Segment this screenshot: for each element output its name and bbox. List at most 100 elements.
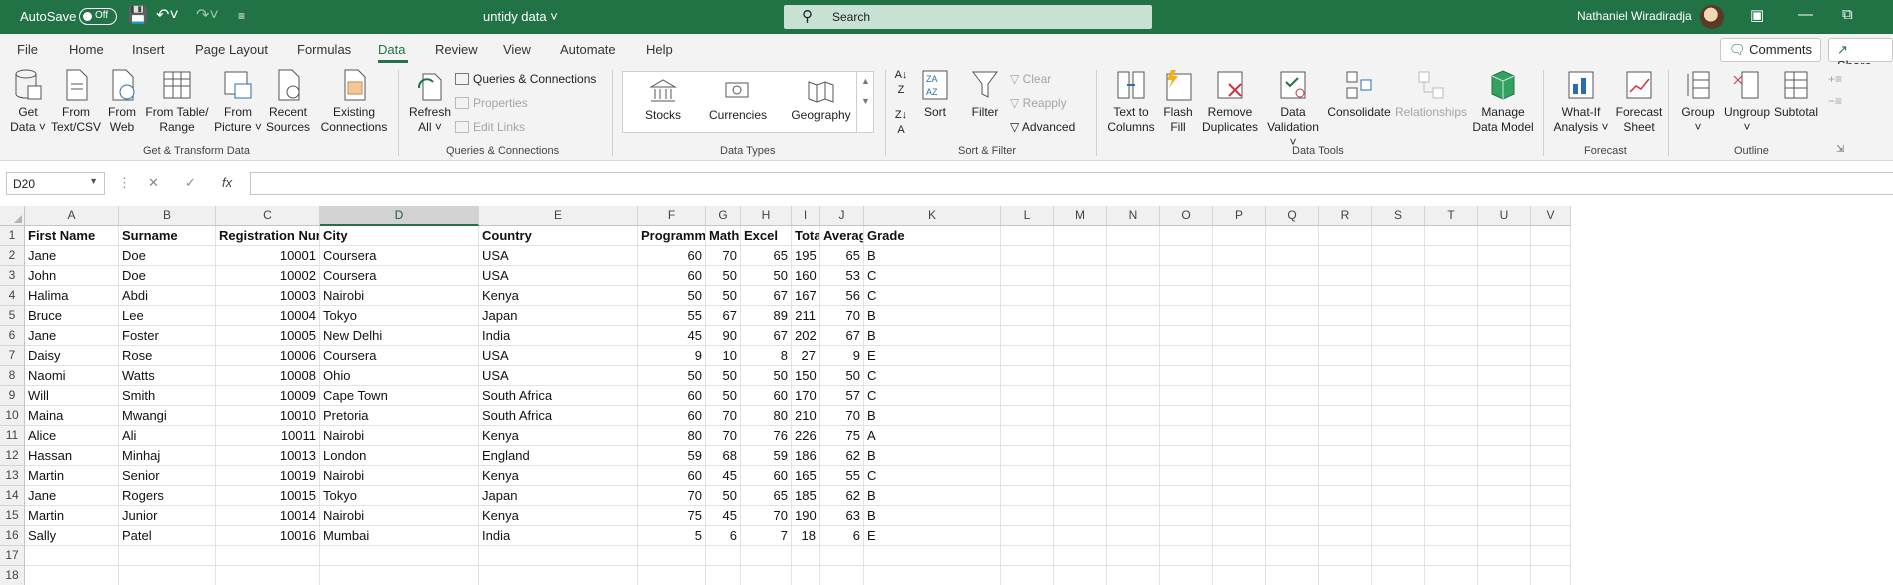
chevron-down-icon[interactable]: ▼ bbox=[89, 176, 98, 186]
table-cell[interactable] bbox=[1478, 546, 1531, 566]
table-cell[interactable]: Ohio bbox=[320, 366, 479, 386]
table-cell[interactable]: 186 bbox=[792, 446, 820, 466]
table-cell[interactable] bbox=[1107, 286, 1160, 306]
table-cell[interactable] bbox=[1266, 506, 1319, 526]
table-cell[interactable]: 63 bbox=[820, 506, 864, 526]
table-cell[interactable] bbox=[1478, 506, 1531, 526]
table-cell[interactable] bbox=[1160, 386, 1213, 406]
table-cell[interactable] bbox=[1478, 386, 1531, 406]
table-cell[interactable] bbox=[1054, 226, 1107, 246]
table-cell[interactable] bbox=[1054, 566, 1107, 585]
table-cell[interactable] bbox=[1425, 506, 1478, 526]
table-cell[interactable]: Nairobi bbox=[320, 286, 479, 306]
table-cell[interactable] bbox=[1531, 426, 1571, 446]
table-cell[interactable] bbox=[1213, 506, 1266, 526]
table-cell[interactable] bbox=[1478, 226, 1531, 246]
table-cell[interactable] bbox=[1478, 306, 1531, 326]
table-cell[interactable] bbox=[1213, 486, 1266, 506]
table-cell[interactable] bbox=[1425, 446, 1478, 466]
table-cell[interactable]: 10002 bbox=[216, 266, 320, 286]
table-cell[interactable]: 50 bbox=[741, 266, 792, 286]
table-cell[interactable] bbox=[25, 566, 119, 585]
row-header[interactable]: 10 bbox=[0, 406, 25, 426]
table-cell[interactable]: 70 bbox=[706, 406, 741, 426]
table-cell[interactable]: 18 bbox=[792, 526, 820, 546]
table-cell[interactable] bbox=[741, 566, 792, 585]
table-cell[interactable]: Doe bbox=[119, 246, 216, 266]
table-cell[interactable] bbox=[1425, 266, 1478, 286]
flash-fill-button[interactable]: Flash Fill bbox=[1160, 68, 1196, 135]
table-cell[interactable]: 60 bbox=[638, 466, 706, 486]
table-cell[interactable] bbox=[1001, 226, 1054, 246]
queries-connections-button[interactable]: Queries & Connections bbox=[455, 72, 596, 86]
table-cell[interactable] bbox=[1266, 406, 1319, 426]
table-cell[interactable]: 59 bbox=[741, 446, 792, 466]
table-cell[interactable]: Junior bbox=[119, 506, 216, 526]
table-cell[interactable]: 185 bbox=[792, 486, 820, 506]
table-cell[interactable] bbox=[1372, 386, 1425, 406]
table-cell[interactable] bbox=[1213, 406, 1266, 426]
column-header[interactable]: E bbox=[479, 206, 638, 226]
table-cell[interactable]: Abdi bbox=[119, 286, 216, 306]
table-cell[interactable] bbox=[1107, 386, 1160, 406]
table-cell[interactable]: 65 bbox=[820, 246, 864, 266]
table-cell[interactable]: B bbox=[864, 306, 1001, 326]
table-cell[interactable] bbox=[1054, 406, 1107, 426]
row-header[interactable]: 16 bbox=[0, 526, 25, 546]
table-cell[interactable]: Total bbox=[792, 226, 820, 246]
column-header[interactable]: B bbox=[119, 206, 216, 226]
table-cell[interactable]: Japan bbox=[479, 486, 638, 506]
table-cell[interactable]: 5 bbox=[638, 526, 706, 546]
table-cell[interactable] bbox=[1001, 386, 1054, 406]
table-cell[interactable] bbox=[1160, 366, 1213, 386]
table-cell[interactable] bbox=[1001, 446, 1054, 466]
table-cell[interactable]: C bbox=[864, 366, 1001, 386]
table-cell[interactable] bbox=[1531, 466, 1571, 486]
table-cell[interactable] bbox=[1213, 526, 1266, 546]
table-cell[interactable] bbox=[1266, 226, 1319, 246]
table-cell[interactable] bbox=[1425, 306, 1478, 326]
table-cell[interactable] bbox=[1319, 326, 1372, 346]
sort-az-button[interactable]: A↓ Z bbox=[890, 68, 912, 98]
table-cell[interactable]: City bbox=[320, 226, 479, 246]
column-header[interactable]: H bbox=[741, 206, 792, 226]
table-cell[interactable]: 10 bbox=[706, 346, 741, 366]
from-web-button[interactable]: From Web bbox=[104, 68, 140, 135]
column-header[interactable]: Q bbox=[1266, 206, 1319, 226]
table-cell[interactable]: London bbox=[320, 446, 479, 466]
table-cell[interactable] bbox=[706, 566, 741, 585]
table-cell[interactable]: 10013 bbox=[216, 446, 320, 466]
select-all-button[interactable] bbox=[0, 206, 25, 226]
table-cell[interactable]: Foster bbox=[119, 326, 216, 346]
table-cell[interactable]: C bbox=[864, 466, 1001, 486]
table-cell[interactable] bbox=[1425, 426, 1478, 446]
column-header[interactable]: O bbox=[1160, 206, 1213, 226]
table-cell[interactable]: 6 bbox=[706, 526, 741, 546]
table-cell[interactable] bbox=[1531, 446, 1571, 466]
user-name[interactable]: Nathaniel Wiradiradja bbox=[1577, 9, 1692, 23]
table-cell[interactable] bbox=[1266, 286, 1319, 306]
table-cell[interactable]: Maths bbox=[706, 226, 741, 246]
table-cell[interactable] bbox=[1160, 506, 1213, 526]
table-cell[interactable] bbox=[1319, 406, 1372, 426]
table-cell[interactable]: 202 bbox=[792, 326, 820, 346]
table-cell[interactable] bbox=[1319, 346, 1372, 366]
column-header[interactable]: U bbox=[1478, 206, 1531, 226]
geography-button[interactable]: Geography bbox=[789, 77, 853, 122]
table-cell[interactable] bbox=[1107, 526, 1160, 546]
table-cell[interactable]: Mumbai bbox=[320, 526, 479, 546]
table-cell[interactable]: 67 bbox=[706, 306, 741, 326]
column-header[interactable]: A bbox=[25, 206, 119, 226]
table-cell[interactable]: 9 bbox=[820, 346, 864, 366]
table-cell[interactable]: 50 bbox=[706, 266, 741, 286]
table-cell[interactable] bbox=[741, 546, 792, 566]
table-cell[interactable]: B bbox=[864, 406, 1001, 426]
table-cell[interactable]: 167 bbox=[792, 286, 820, 306]
table-cell[interactable] bbox=[1107, 446, 1160, 466]
table-cell[interactable] bbox=[1054, 326, 1107, 346]
table-cell[interactable] bbox=[1478, 406, 1531, 426]
table-cell[interactable] bbox=[1372, 566, 1425, 585]
table-cell[interactable]: 80 bbox=[741, 406, 792, 426]
table-cell[interactable]: Surname bbox=[119, 226, 216, 246]
table-cell[interactable] bbox=[1213, 386, 1266, 406]
